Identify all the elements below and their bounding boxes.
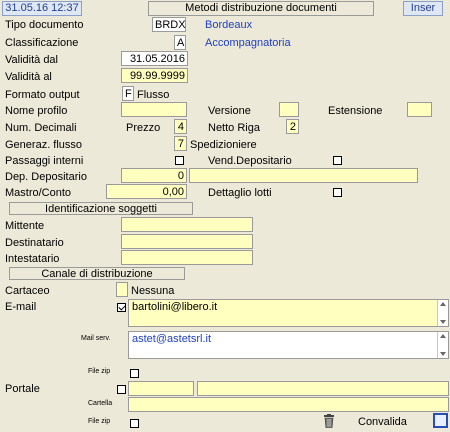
classificazione-desc: Accompagnatoria bbox=[205, 37, 291, 49]
email-scrollbar[interactable] bbox=[437, 300, 448, 326]
email-textarea[interactable]: bartolini@libero.it bbox=[128, 299, 449, 327]
validita-dal-label: Validità dal bbox=[5, 54, 58, 66]
mail-serv-label: Mail serv. bbox=[81, 335, 111, 342]
formato-output-label: Formato output bbox=[5, 89, 80, 101]
destinatario-label: Destinatario bbox=[5, 237, 64, 249]
cartaceo-label: Cartaceo bbox=[5, 285, 50, 297]
trash-icon[interactable] bbox=[323, 414, 335, 429]
vend-depositario-checkbox[interactable] bbox=[333, 156, 342, 165]
estensione-field[interactable] bbox=[407, 102, 432, 117]
generaz-flusso-label: Generaz. flusso bbox=[5, 139, 83, 151]
passaggi-interni-checkbox[interactable] bbox=[175, 156, 184, 165]
portale-field-2[interactable] bbox=[197, 381, 449, 396]
email-checkbox[interactable] bbox=[117, 303, 126, 312]
mail-serv-value: astet@astetsrl.it bbox=[132, 333, 212, 345]
tipo-documento-field[interactable]: BRDX bbox=[152, 17, 186, 32]
cartaceo-desc: Nessuna bbox=[131, 285, 175, 297]
num-decimali-label: Num. Decimali bbox=[5, 122, 77, 134]
formato-output-desc: Flusso bbox=[137, 89, 170, 101]
mastro-conto-field[interactable]: 0,00 bbox=[106, 184, 187, 199]
file-zip-1-label: File zip bbox=[88, 368, 111, 375]
mail-serv-scrollbar[interactable] bbox=[437, 332, 448, 358]
versione-field[interactable] bbox=[279, 102, 299, 117]
file-zip-1-checkbox[interactable] bbox=[130, 369, 139, 378]
cartella-field[interactable] bbox=[128, 397, 449, 412]
validita-al-label: Validità al bbox=[5, 71, 52, 83]
identificazione-soggetti-header: Identificazione soggetti bbox=[9, 202, 193, 215]
mode-indicator: Inser bbox=[403, 1, 443, 16]
nome-profilo-label: Nome profilo bbox=[5, 105, 68, 117]
formato-output-field[interactable]: F bbox=[122, 86, 134, 101]
dettaglio-lotti-label: Dettaglio lotti bbox=[208, 187, 272, 199]
validita-dal-field[interactable]: 31.05.2016 bbox=[121, 51, 188, 66]
mastro-conto-label: Mastro/Conto bbox=[5, 187, 72, 199]
email-label: E-mail bbox=[5, 301, 37, 313]
email-value: bartolini@libero.it bbox=[132, 301, 218, 313]
canale-distribuzione-header: Canale di distribuzione bbox=[9, 267, 185, 280]
datetime-display: 31.05.16 12:37 bbox=[2, 1, 82, 16]
generaz-flusso-desc: Spedizioniere bbox=[190, 139, 257, 151]
dep-depositario-desc-field[interactable] bbox=[189, 168, 418, 183]
versione-label: Versione bbox=[208, 105, 251, 117]
prezzo-label: Prezzo bbox=[126, 122, 161, 134]
destinatario-field[interactable] bbox=[121, 234, 253, 249]
intestatario-field[interactable] bbox=[121, 250, 253, 265]
nome-profilo-field[interactable] bbox=[121, 102, 187, 117]
generaz-flusso-field[interactable]: 7 bbox=[174, 136, 187, 151]
mittente-label: Mittente bbox=[5, 220, 45, 232]
prezzo-field[interactable]: 4 bbox=[174, 119, 187, 134]
file-zip-2-label: File zip bbox=[88, 418, 111, 425]
passaggi-interni-label: Passaggi interni bbox=[5, 155, 84, 167]
vend-depositario-label: Vend.Depositario bbox=[208, 155, 292, 167]
tipo-documento-label: Tipo documento bbox=[5, 19, 84, 31]
estensione-label: Estensione bbox=[328, 105, 383, 117]
classificazione-label: Classificazione bbox=[5, 37, 79, 49]
validita-al-field[interactable]: 99.99.9999 bbox=[121, 68, 188, 83]
convalida-label: Convalida bbox=[358, 416, 407, 428]
file-zip-2-checkbox[interactable] bbox=[130, 419, 139, 428]
cartella-label: Cartella bbox=[88, 400, 113, 407]
netto-riga-field[interactable]: 2 bbox=[286, 119, 299, 134]
convalida-button[interactable] bbox=[433, 413, 448, 428]
classificazione-field[interactable]: A bbox=[174, 35, 186, 50]
tipo-documento-desc: Bordeaux bbox=[205, 19, 253, 31]
cartaceo-field[interactable] bbox=[116, 282, 128, 297]
intestatario-label: Intestatario bbox=[5, 253, 60, 265]
portale-label: Portale bbox=[5, 383, 40, 395]
dettaglio-lotti-checkbox[interactable] bbox=[333, 188, 342, 197]
netto-riga-label: Netto Riga bbox=[208, 122, 260, 134]
mittente-field[interactable] bbox=[121, 217, 253, 232]
mail-serv-textarea[interactable]: astet@astetsrl.it bbox=[128, 331, 449, 359]
window-title: Metodi distribuzione documenti bbox=[148, 1, 374, 16]
portale-field-1[interactable] bbox=[128, 381, 194, 396]
dep-depositario-label: Dep. Depositario bbox=[5, 171, 87, 183]
portale-checkbox[interactable] bbox=[117, 385, 126, 394]
dep-depositario-field[interactable]: 0 bbox=[121, 168, 187, 183]
